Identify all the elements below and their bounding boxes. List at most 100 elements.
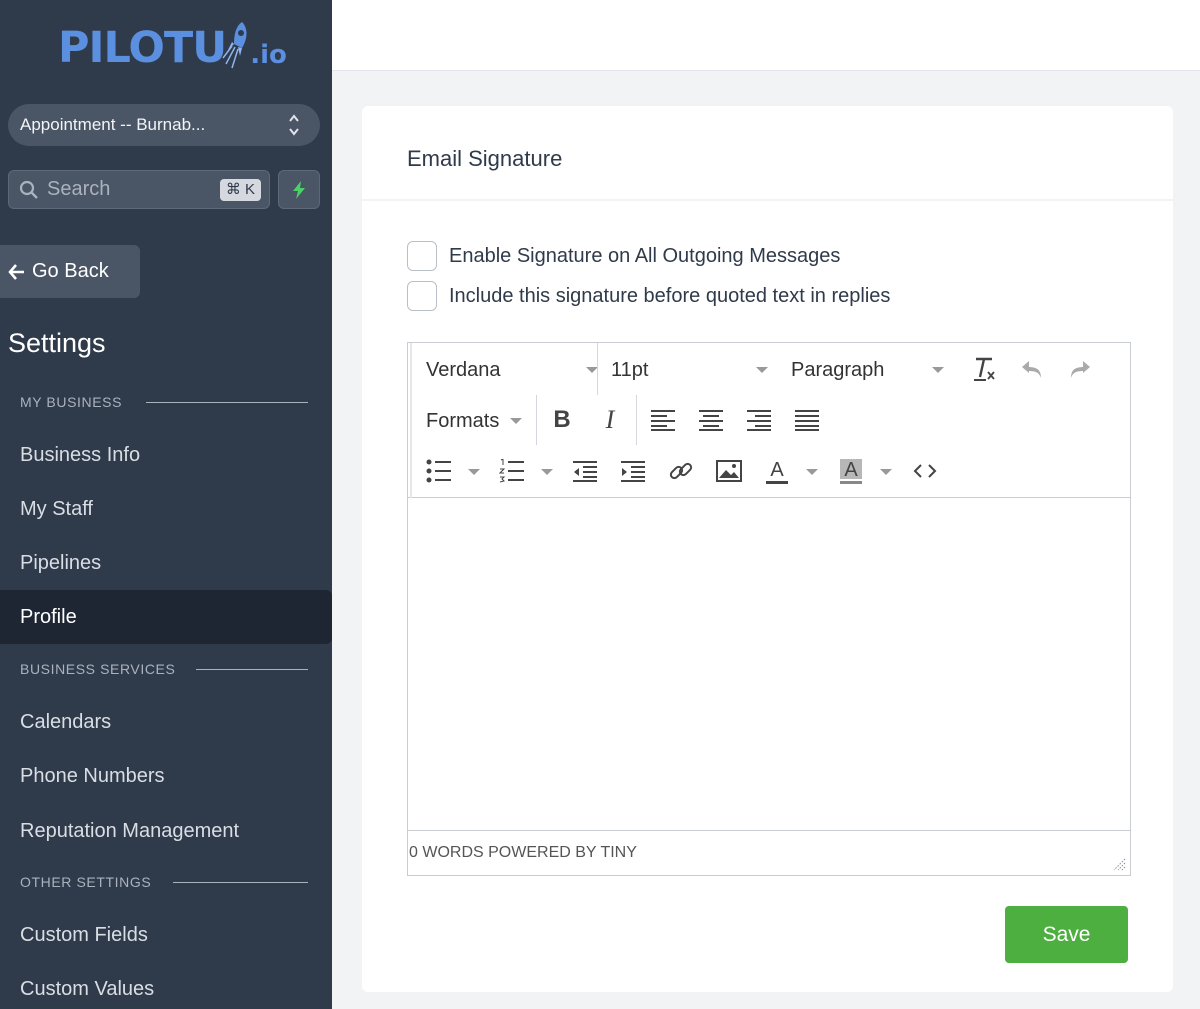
toolbar-edge <box>410 343 412 498</box>
logo[interactable]: PILOTU .io <box>58 16 287 70</box>
italic-button[interactable]: I <box>595 405 625 435</box>
block-format-value: Paragraph <box>791 358 885 381</box>
background-color-icon: A <box>840 459 862 484</box>
sidebar: PILOTU .io Appointment -- Burnab... Sear… <box>0 0 332 1009</box>
link-icon <box>669 462 693 480</box>
text-color-icon: A <box>766 459 788 484</box>
sidebar-item-business-info[interactable]: Business Info <box>0 428 332 482</box>
formats-menu[interactable]: Formats <box>426 408 526 434</box>
font-family-select[interactable]: Verdana <box>426 357 598 383</box>
background-color-options-icon[interactable] <box>880 469 892 475</box>
bold-icon: B <box>553 406 571 433</box>
include-before-quoted-checkbox[interactable] <box>407 281 437 311</box>
caret-down-icon <box>756 367 768 373</box>
include-before-quoted-option[interactable]: Include this signature before quoted tex… <box>407 281 890 311</box>
bullet-list-options-icon[interactable] <box>468 469 480 475</box>
settings-title: Settings <box>8 328 106 358</box>
indent-icon <box>621 461 645 482</box>
font-family-value: Verdana <box>426 358 501 381</box>
sidebar-item-phone-numbers[interactable]: Phone Numbers <box>0 749 332 803</box>
align-center-button[interactable] <box>696 405 726 435</box>
section-label-business-services: BUSINESS SERVICES <box>20 661 176 677</box>
sidebar-item-profile[interactable]: Profile <box>0 590 332 644</box>
editor-content-area[interactable] <box>408 499 1130 830</box>
rocket-icon <box>222 22 247 69</box>
search-shortcut-badge: ⌘ K <box>219 179 261 201</box>
card-title: Email Signature <box>407 146 563 171</box>
align-justify-icon <box>795 410 819 431</box>
resize-handle-icon[interactable] <box>1112 857 1126 871</box>
insert-link-button[interactable] <box>666 456 696 486</box>
text-color-options-icon[interactable] <box>806 469 818 475</box>
card-header: Email Signature <box>362 106 1173 201</box>
undo-button[interactable] <box>1017 354 1047 384</box>
search-icon <box>19 180 38 199</box>
sidebar-item-my-staff[interactable]: My Staff <box>0 482 332 536</box>
include-before-quoted-label: Include this signature before quoted tex… <box>449 284 891 307</box>
sidebar-item-calendars[interactable]: Calendars <box>0 695 332 749</box>
section-label-my-business: MY BUSINESS <box>20 394 123 410</box>
numbered-list-button[interactable] <box>497 456 527 486</box>
lightning-icon <box>293 180 305 199</box>
align-center-icon <box>699 410 723 431</box>
font-size-select[interactable]: 11pt <box>611 357 768 383</box>
quick-actions-button[interactable] <box>278 170 320 209</box>
numbered-list-icon <box>499 459 524 483</box>
sidebar-item-reputation-management[interactable]: Reputation Management <box>0 804 332 858</box>
toolbar-separator <box>597 343 598 395</box>
insert-image-button[interactable] <box>714 456 744 486</box>
chevron-up-down-icon <box>289 114 299 136</box>
search-placeholder: Search <box>47 178 111 200</box>
location-switcher[interactable]: Appointment -- Burnab... <box>8 104 320 146</box>
caret-down-icon <box>510 418 522 424</box>
arrow-left-icon <box>8 263 24 280</box>
indent-button[interactable] <box>618 456 648 486</box>
save-button[interactable]: Save <box>1005 906 1128 963</box>
logo-suffix: .io <box>250 40 287 70</box>
go-back-label: Go Back <box>32 260 109 282</box>
clear-formatting-button[interactable] <box>969 354 999 384</box>
bold-button[interactable]: B <box>547 405 577 435</box>
enable-signature-label: Enable Signature on All Outgoing Message… <box>449 244 841 267</box>
search-input[interactable]: Search ⌘ K <box>8 170 270 209</box>
toolbar-separator <box>636 395 637 445</box>
svg-text:A: A <box>844 459 858 481</box>
background-color-button[interactable]: A <box>836 456 866 486</box>
section-label-other-settings: OTHER SETTINGS <box>20 874 152 890</box>
outdent-button[interactable] <box>570 456 600 486</box>
svg-text:A: A <box>770 459 784 481</box>
divider <box>146 402 308 403</box>
bullet-list-button[interactable] <box>424 456 454 486</box>
numbered-list-options-icon[interactable] <box>541 469 553 475</box>
caret-down-icon <box>932 367 944 373</box>
block-format-select[interactable]: Paragraph <box>791 357 946 383</box>
undo-icon <box>1022 361 1041 378</box>
italic-icon: I <box>605 405 615 434</box>
code-icon <box>913 464 937 478</box>
enable-signature-checkbox[interactable] <box>407 241 437 271</box>
clear-formatting-icon <box>974 357 995 381</box>
logo-text: PILOTU <box>58 23 227 73</box>
divider <box>173 882 308 883</box>
word-count-status: 0 WORDS POWERED BY TINY <box>409 844 637 861</box>
enable-signature-option[interactable]: Enable Signature on All Outgoing Message… <box>407 241 840 271</box>
image-icon <box>716 460 742 482</box>
align-right-button[interactable] <box>744 405 774 435</box>
sidebar-item-pipelines[interactable]: Pipelines <box>0 536 332 590</box>
align-left-icon <box>651 410 675 431</box>
align-right-icon <box>747 410 771 431</box>
text-color-button[interactable]: A <box>762 456 792 486</box>
sidebar-item-custom-fields[interactable]: Custom Fields <box>0 908 332 962</box>
align-justify-button[interactable] <box>792 405 822 435</box>
align-left-button[interactable] <box>648 405 678 435</box>
location-name: Appointment -- Burnab... <box>20 115 206 134</box>
font-size-value: 11pt <box>611 358 649 381</box>
bullet-list-icon <box>426 459 451 483</box>
redo-icon <box>1071 361 1090 378</box>
source-code-button[interactable] <box>910 456 940 486</box>
top-bar <box>332 0 1200 71</box>
redo-button[interactable] <box>1065 354 1095 384</box>
rich-text-editor: Verdana 11pt Paragraph Formats B I A A 0… <box>407 342 1131 876</box>
go-back-button[interactable]: Go Back <box>0 245 140 298</box>
sidebar-item-custom-values[interactable]: Custom Values <box>0 962 332 1009</box>
